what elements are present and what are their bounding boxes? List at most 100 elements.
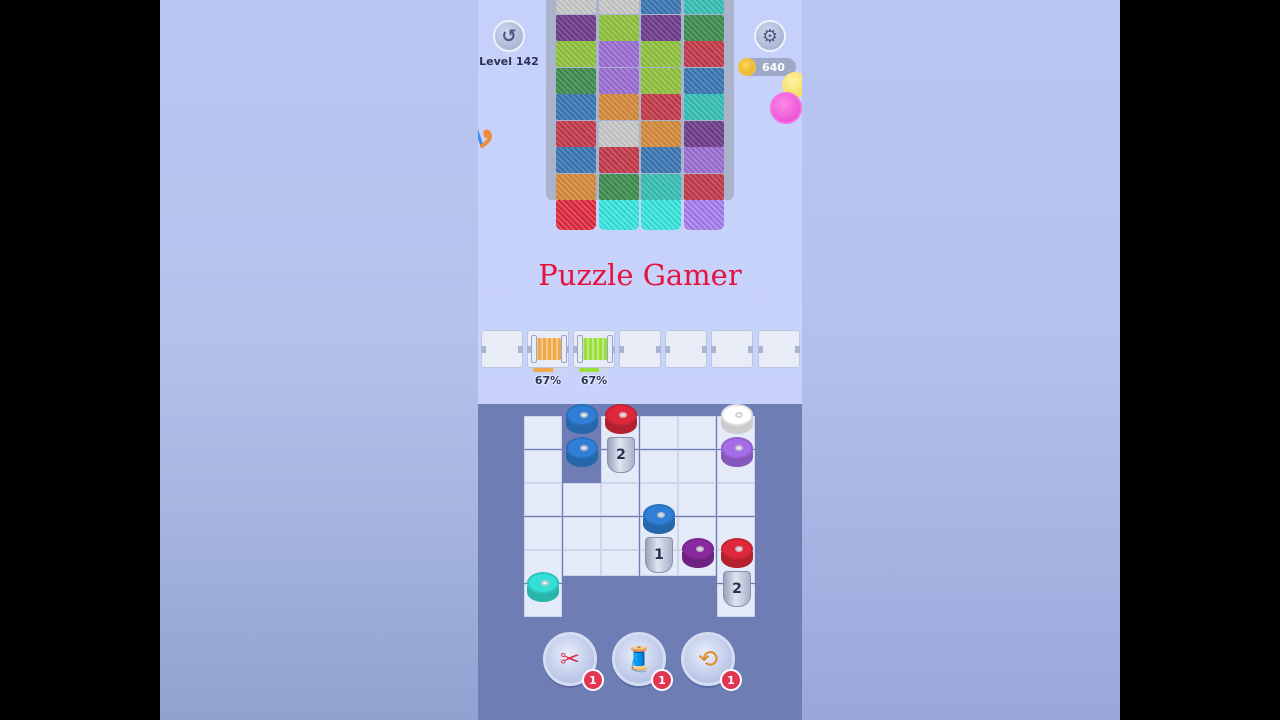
fabric-cell bbox=[683, 94, 724, 120]
booster-count-badge: 1 bbox=[720, 669, 742, 691]
fabric-cell bbox=[683, 41, 724, 67]
fabric-cell bbox=[683, 120, 724, 147]
spool-cap bbox=[607, 335, 613, 363]
board-tile bbox=[601, 516, 639, 550]
spool-hole bbox=[735, 546, 743, 552]
spool-holder-slot[interactable] bbox=[711, 330, 753, 368]
board-tile bbox=[601, 483, 639, 516]
fabric-cell bbox=[641, 94, 681, 120]
spool-disc bbox=[566, 437, 598, 459]
safety-pin-icon bbox=[478, 129, 492, 148]
spool-holder-slot[interactable] bbox=[573, 330, 615, 368]
fabric-cell bbox=[683, 173, 724, 200]
fabric-cell bbox=[641, 41, 681, 67]
fabric-cell bbox=[641, 0, 681, 14]
fabric-cell bbox=[556, 67, 596, 94]
spool-disc bbox=[682, 538, 714, 560]
spool-disc bbox=[566, 404, 598, 426]
spool-disc bbox=[721, 437, 753, 459]
spool-progress-label: 67% bbox=[534, 374, 562, 387]
fabric-cell bbox=[598, 41, 639, 67]
board-tile bbox=[678, 449, 716, 483]
fabric-cell bbox=[683, 0, 724, 14]
fabric-cell bbox=[641, 173, 681, 200]
slot-notch bbox=[665, 346, 670, 353]
fabric-cell bbox=[598, 67, 639, 94]
spool-hole bbox=[541, 580, 549, 586]
slot-notch bbox=[748, 346, 753, 353]
fabric-cell bbox=[556, 41, 596, 67]
spool-holder-slot[interactable] bbox=[665, 330, 707, 368]
spool-holder-slot[interactable] bbox=[619, 330, 661, 368]
fabric-cell bbox=[683, 147, 724, 173]
fabric-tail bbox=[598, 200, 639, 230]
board-tile bbox=[562, 516, 601, 550]
fabric-cell bbox=[598, 94, 639, 120]
fabric-cell bbox=[641, 120, 681, 147]
spool-hole bbox=[735, 412, 743, 418]
board-tile bbox=[524, 516, 562, 550]
fabric-cell bbox=[641, 14, 681, 41]
board-tile bbox=[678, 483, 716, 516]
spool-disc bbox=[605, 404, 637, 426]
coin-count: 640 bbox=[762, 60, 785, 74]
booster-count-badge: 1 bbox=[651, 669, 673, 691]
watermark-text: Puzzle Gamer bbox=[538, 258, 742, 292]
swap-icon: ⟲ bbox=[697, 645, 719, 673]
spool-hole bbox=[657, 512, 665, 518]
spool-holder-slot[interactable] bbox=[758, 330, 800, 368]
spool-thread bbox=[536, 338, 562, 360]
hidden-stack-counter: 2 bbox=[723, 571, 751, 607]
slot-notch bbox=[711, 346, 716, 353]
fabric-cell bbox=[641, 67, 681, 94]
fabric-cell bbox=[556, 14, 596, 41]
spool-cap bbox=[531, 335, 537, 363]
fabric-cell bbox=[556, 120, 596, 147]
undo-button[interactable]: ↺ bbox=[493, 20, 525, 52]
thread-spool-icon: 🧵 bbox=[624, 645, 654, 673]
hidden-stack-counter: 1 bbox=[645, 537, 673, 573]
spool-cap bbox=[561, 335, 567, 363]
spool-progress-bar bbox=[533, 368, 563, 372]
slot-notch bbox=[795, 346, 800, 353]
slot-notch bbox=[518, 346, 523, 353]
fabric-cell bbox=[598, 0, 639, 14]
spool-hole bbox=[580, 445, 588, 451]
fabric-cell bbox=[683, 14, 724, 41]
settings-button[interactable]: ⚙ bbox=[754, 20, 786, 52]
fabric-tail bbox=[641, 200, 681, 230]
board-tile bbox=[601, 550, 639, 576]
spool-hole bbox=[696, 546, 704, 552]
board-tile bbox=[716, 483, 755, 516]
spool-holder-slot[interactable] bbox=[481, 330, 523, 368]
spool-disc bbox=[721, 404, 753, 426]
spool-holder-slot[interactable] bbox=[527, 330, 569, 368]
spool-hole bbox=[580, 412, 588, 418]
spool-hole bbox=[619, 412, 627, 418]
board-tile bbox=[678, 416, 716, 449]
thread-spool-icon bbox=[531, 335, 567, 363]
background-blur-left bbox=[160, 0, 478, 720]
fabric-cell bbox=[556, 173, 596, 200]
fabric-cell bbox=[683, 67, 724, 94]
fabric-tail bbox=[556, 200, 596, 230]
board-tile bbox=[524, 416, 562, 449]
board-tile bbox=[524, 449, 562, 483]
spool-disc bbox=[643, 504, 675, 526]
spool-disc bbox=[527, 572, 559, 594]
spool-cap bbox=[577, 335, 583, 363]
spool-progress-fill bbox=[579, 368, 600, 372]
spool-progress-fill bbox=[533, 368, 554, 372]
board-tile bbox=[562, 483, 601, 516]
pink-button-item bbox=[770, 92, 802, 124]
thread-spool-icon bbox=[577, 335, 613, 363]
slot-notch bbox=[656, 346, 661, 353]
slot-notch bbox=[481, 346, 486, 353]
background-blur-right bbox=[802, 0, 1120, 720]
hidden-stack-counter: 2 bbox=[607, 437, 635, 473]
board-tile bbox=[639, 449, 678, 483]
scissors-icon: ✂ bbox=[559, 645, 581, 673]
slot-notch bbox=[619, 346, 624, 353]
spool-progress-bar bbox=[579, 368, 609, 372]
fabric-tail bbox=[683, 200, 724, 230]
